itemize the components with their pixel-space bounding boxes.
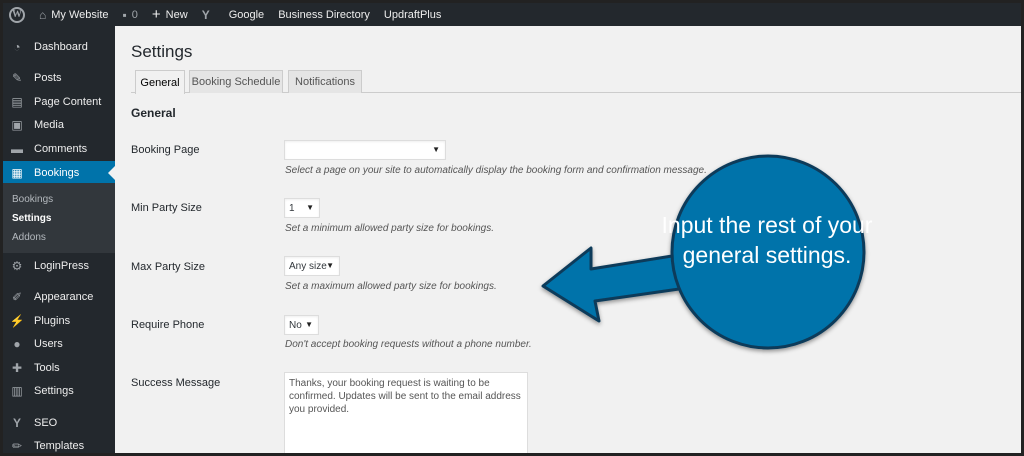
adminbar-link-google[interactable]: Google (222, 3, 271, 26)
max-party-size-description: Set a maximum allowed party size for boo… (285, 281, 497, 292)
require-phone-description: Don't accept booking requests without a … (285, 339, 532, 350)
sidebar-item-label: Plugins (34, 315, 71, 327)
wordpress-logo-icon: W (9, 6, 25, 23)
dashboard-icon: ◔ (13, 40, 21, 54)
sidebar-item-bookings[interactable]: ▦ Bookings (3, 161, 115, 185)
require-phone-select[interactable]: No ▼ (284, 315, 319, 335)
yoast-icon: Y (201, 7, 210, 22)
sidebar-item-label: Users (34, 338, 63, 350)
site-name-link[interactable]: ⌂ My Website (32, 3, 116, 26)
adminbar-link-label: Business Directory (278, 8, 370, 21)
main-content: Settings General Booking Schedule Notifi… (115, 26, 1021, 453)
new-label: New (165, 8, 188, 21)
sidebar-item-appearance[interactable]: ✐ Appearance (3, 285, 115, 309)
settings-tabs: General Booking Schedule Notifications (131, 70, 1021, 94)
booking-page-description: Select a page on your site to automatica… (285, 165, 707, 176)
max-party-size-select[interactable]: Any size ▼ (284, 256, 340, 276)
max-party-size-label: Max Party Size (131, 261, 205, 273)
sidebar-item-tools[interactable]: ✚ Tools (3, 356, 115, 380)
min-party-size-value: 1 (289, 202, 295, 214)
require-phone-label: Require Phone (131, 319, 205, 331)
home-icon: ⌂ (39, 7, 47, 22)
admin-sidebar: ◔ Dashboard ✎ Posts ▤ Page Content ▣ Med… (3, 26, 115, 453)
sidebar-item-seo[interactable]: Y SEO (3, 411, 115, 435)
sidebar-item-label: Posts (34, 72, 62, 84)
require-phone-value: No (289, 319, 302, 331)
pages-icon: ▤ (11, 95, 23, 109)
media-icon: ▣ (11, 118, 23, 132)
sidebar-item-loginpress[interactable]: ⚙ LoginPress (3, 254, 115, 278)
sidebar-item-label: Dashboard (34, 41, 88, 53)
sidebar-item-users[interactable]: ● Users (3, 332, 115, 356)
booking-page-label: Booking Page (131, 144, 200, 156)
sidebar-item-label: Bookings (34, 167, 80, 179)
pencil-icon: ✏ (11, 439, 23, 453)
comments-count: 0 (131, 8, 138, 21)
bookings-submenu: Bookings Settings Addons (3, 183, 115, 253)
user-icon: ● (13, 337, 21, 351)
gear-icon: ⚙ (11, 259, 23, 273)
success-message-label: Success Message (131, 377, 221, 389)
sidebar-item-plugins[interactable]: ⚡ Plugins (3, 309, 115, 333)
sidebar-item-comments[interactable]: ▬ Comments (3, 137, 115, 161)
sidebar-item-templates[interactable]: ✏ Templates (3, 434, 115, 453)
dropdown-caret-icon: ▼ (306, 203, 314, 212)
adminbar-link-updraftplus[interactable]: UpdraftPlus (377, 3, 448, 26)
tab-notifications[interactable]: Notifications (288, 70, 362, 93)
sidebar-item-media[interactable]: ▣ Media (3, 113, 115, 137)
screenshot-frame: W ⌂ My Website ▪ 0 + New Y Google Busine… (0, 0, 1024, 456)
plug-icon: ⚡ (9, 314, 25, 328)
adminbar-link-label: UpdraftPlus (383, 8, 442, 21)
calendar-icon: ▦ (11, 166, 23, 180)
sidebar-item-posts[interactable]: ✎ Posts (3, 66, 115, 90)
sidebar-item-label: Tools (34, 362, 60, 374)
sidebar-item-label: Comments (34, 143, 88, 155)
success-message-textarea[interactable]: Thanks, your booking request is waiting … (284, 372, 528, 453)
max-party-size-value: Any size (289, 260, 327, 272)
comment-icon: ▬ (11, 142, 23, 156)
sidebar-item-label: LoginPress (34, 260, 90, 272)
dropdown-caret-icon: ▼ (432, 145, 440, 154)
sidebar-item-page-content[interactable]: ▤ Page Content (3, 90, 115, 114)
tab-general[interactable]: General (135, 70, 185, 94)
sidebar-item-label: Appearance (34, 291, 94, 303)
new-content-link[interactable]: + New (145, 3, 195, 26)
dropdown-caret-icon: ▼ (305, 320, 313, 329)
submenu-item-bookings[interactable]: Bookings (12, 194, 53, 205)
min-party-size-select[interactable]: 1 ▼ (284, 198, 320, 218)
site-name: My Website (51, 8, 109, 21)
section-title: General (131, 106, 176, 120)
tab-booking-schedule[interactable]: Booking Schedule (189, 70, 283, 93)
sidebar-item-settings[interactable]: ▥ Settings (3, 379, 115, 403)
sidebar-item-label: SEO (34, 417, 58, 429)
wrench-icon: ✚ (11, 361, 23, 375)
pin-icon: ✎ (11, 71, 23, 85)
comment-bubble-icon: ▪ (122, 7, 127, 22)
dropdown-caret-icon: ▼ (326, 261, 334, 270)
min-party-size-label: Min Party Size (131, 202, 202, 214)
adminbar-link-business-directory[interactable]: Business Directory (271, 3, 377, 26)
sidebar-item-label: Settings (34, 385, 74, 397)
comments-link[interactable]: ▪ 0 (116, 3, 145, 26)
sidebar-item-dashboard[interactable]: ◔ Dashboard (3, 35, 115, 59)
sidebar-item-label: Templates (34, 440, 85, 452)
sidebar-item-label: Page Content (34, 96, 102, 108)
adminbar-link-label: Google (228, 8, 265, 21)
brush-icon: ✐ (11, 290, 23, 304)
yoast-seo-link[interactable]: Y (195, 3, 222, 26)
admin-bar: W ⌂ My Website ▪ 0 + New Y Google Busine… (3, 3, 1021, 26)
submenu-item-addons[interactable]: Addons (12, 232, 46, 243)
seo-icon: Y (12, 416, 21, 430)
plus-icon: + (151, 6, 161, 23)
settings-icon: ▥ (11, 384, 23, 398)
booking-page-select[interactable]: ▼ (284, 140, 446, 160)
submenu-item-settings[interactable]: Settings (12, 213, 51, 224)
sidebar-item-label: Media (34, 119, 64, 131)
page-title: Settings (131, 42, 193, 61)
min-party-size-description: Set a minimum allowed party size for boo… (285, 223, 494, 234)
annotation-text: Input the rest of your general settings. (661, 212, 873, 268)
wp-logo-button[interactable]: W (3, 3, 32, 26)
